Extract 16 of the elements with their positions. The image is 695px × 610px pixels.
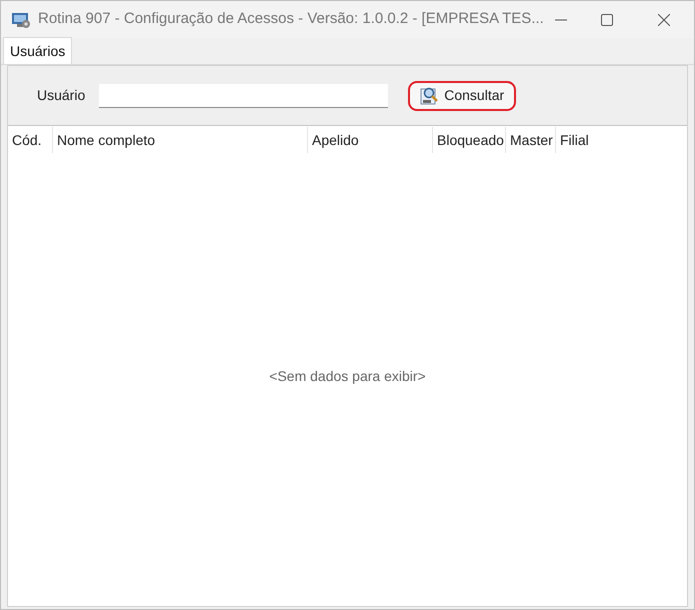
app-icon bbox=[11, 10, 31, 28]
column-header[interactable]: Nome completo bbox=[52, 127, 307, 153]
user-label: Usuário bbox=[37, 86, 86, 105]
column-header[interactable]: Cód. bbox=[8, 127, 52, 153]
maximize-icon[interactable] bbox=[601, 14, 613, 26]
close-icon[interactable] bbox=[658, 14, 670, 26]
user-input-field[interactable] bbox=[99, 84, 388, 108]
tab[interactable]: Usuários bbox=[3, 37, 72, 64]
window-title: Rotina 907 - Configuração de Acessos - Versão: 1.0.0.2 - [EMPRESA TES... bbox=[38, 9, 544, 30]
magnifier-icon bbox=[420, 86, 440, 106]
column-header[interactable]: Apelido bbox=[307, 127, 432, 153]
column-header[interactable]: Master bbox=[505, 127, 555, 153]
column-header[interactable]: Bloqueado bbox=[432, 127, 505, 153]
empty-message: <Sem dados para exibir> bbox=[269, 366, 426, 386]
search-button[interactable]: Consultar bbox=[408, 80, 516, 110]
column-header[interactable]: Filial bbox=[555, 127, 615, 153]
